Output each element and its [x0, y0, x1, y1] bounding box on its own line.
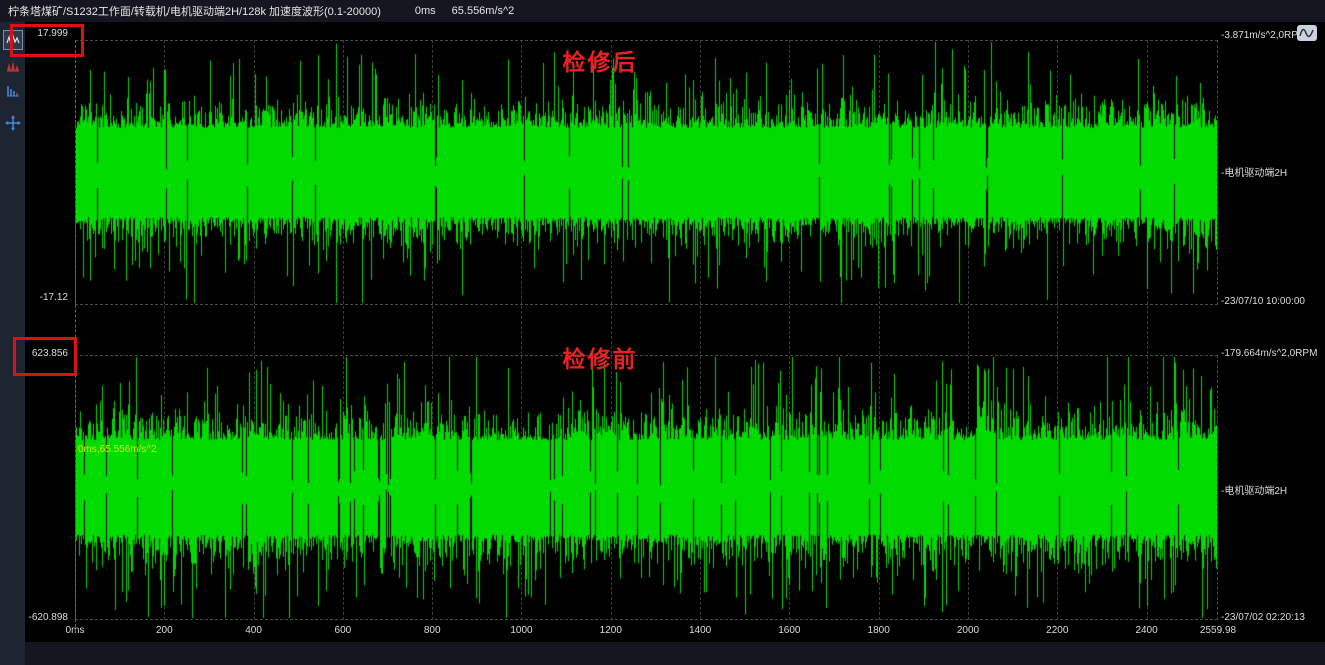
annotation-after-overhaul: 检修后	[563, 43, 638, 77]
y-min-label-after: -17.12	[25, 292, 71, 303]
right-channel-before: -电机驱动端2H	[1221, 482, 1287, 497]
right-value-before: -179.664m/s^2,0RPM	[1221, 348, 1317, 359]
cursor-value-readout: 65.556m/s^2	[452, 5, 515, 17]
spectrum-blue-icon	[6, 83, 20, 97]
x-axis-tick-label: 400	[245, 625, 262, 636]
highlight-box-before-scale	[13, 337, 77, 376]
waveform-canvas-before	[76, 356, 1217, 619]
sine-wave-icon	[1299, 27, 1315, 39]
x-axis-tick-label: 1400	[689, 625, 711, 636]
right-channel-after: -电机驱动端2H	[1221, 164, 1287, 179]
x-axis-tick-label: 2200	[1046, 625, 1068, 636]
mini-chart-icon-button[interactable]	[1297, 25, 1317, 41]
waveform-plot-after[interactable]	[75, 40, 1218, 305]
move-cross-icon	[5, 115, 21, 131]
right-time-before: -23/07/02 02:20:13	[1221, 612, 1305, 623]
title-bar: 柠条塔煤矿/S1232工作面/转载机/电机驱动端2H/128k 加速度波形(0.…	[0, 0, 1325, 22]
x-axis-tick-label: 600	[335, 625, 352, 636]
cursor-annotation: 0ms,65.556m/s^2	[78, 444, 157, 455]
waveform-plot-before[interactable]	[75, 355, 1218, 620]
x-axis-tick-label: 2400	[1135, 625, 1157, 636]
right-time-after: -23/07/10 10:00:00	[1221, 296, 1305, 307]
spectrum-red-button[interactable]	[3, 55, 23, 75]
waveform-canvas-after	[76, 41, 1217, 304]
page-title: 柠条塔煤矿/S1232工作面/转载机/电机驱动端2H/128k 加速度波形(0.…	[8, 3, 381, 19]
chart-area: 17.999 -17.12 623.856 -620.898 -3.871m/s…	[25, 22, 1325, 665]
cursor-time-readout: 0ms	[415, 5, 436, 17]
x-axis-tick-label: 1200	[600, 625, 622, 636]
right-value-after: -3.871m/s^2,0RPM	[1221, 30, 1306, 41]
spectrum-blue-button[interactable]	[3, 80, 23, 100]
y-min-label-before: -620.898	[25, 612, 71, 623]
spectrum-red-icon	[6, 58, 20, 72]
bottom-strip	[25, 642, 1325, 665]
annotation-before-overhaul: 检修前	[563, 340, 638, 374]
x-axis-tick-label: 200	[156, 625, 173, 636]
x-axis-tick-label: 1000	[510, 625, 532, 636]
x-axis-tick-label: 1600	[778, 625, 800, 636]
x-axis-tick-label: 800	[424, 625, 441, 636]
x-axis-tick-label: 1800	[868, 625, 890, 636]
pan-move-button[interactable]	[3, 113, 23, 133]
highlight-box-after-scale	[10, 24, 84, 57]
time-cursor-line[interactable]	[75, 40, 76, 632]
x-axis-tick-label: 2559.98	[1200, 625, 1236, 636]
x-axis-tick-label: 2000	[957, 625, 979, 636]
